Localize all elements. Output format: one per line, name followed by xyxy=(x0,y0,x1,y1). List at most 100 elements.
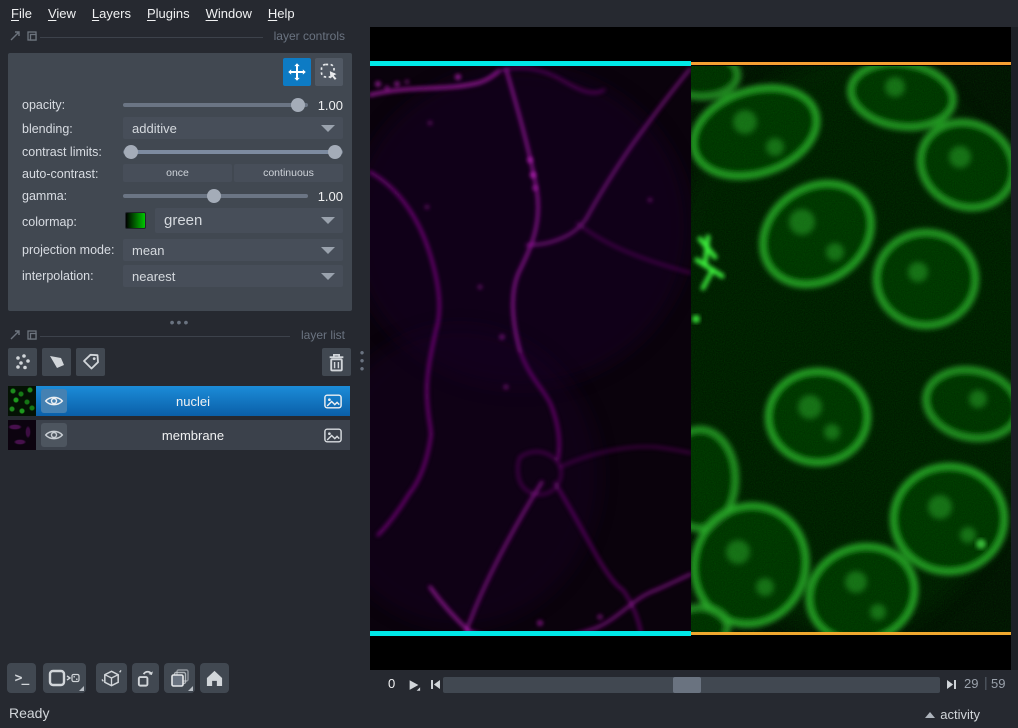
ndisplay-toggle-button[interactable] xyxy=(43,663,86,693)
opacity-value: 1.00 xyxy=(303,98,343,113)
image-layer-type-icon xyxy=(324,428,342,443)
napari-window: File View Layers Plugins Window Help lay… xyxy=(0,0,1018,728)
nuclei-layer-thumbnail xyxy=(8,386,36,416)
frame-slider-handle[interactable] xyxy=(673,677,701,693)
auto-contrast-once-button[interactable]: once xyxy=(123,164,232,182)
colormap-value: green xyxy=(164,212,202,229)
transform-icon xyxy=(319,62,339,82)
skip-to-end-button[interactable] xyxy=(943,676,960,693)
auto-contrast-continuous-button[interactable]: continuous xyxy=(234,164,343,182)
menu-view[interactable]: View xyxy=(48,6,76,21)
menu-help[interactable]: Help xyxy=(268,6,295,21)
blending-value: additive xyxy=(132,121,177,136)
roll-dimensions-button[interactable] xyxy=(96,663,127,693)
blending-dropdown[interactable]: additive xyxy=(123,117,343,139)
menu-file[interactable]: File xyxy=(11,6,32,21)
membrane-visibility-button[interactable] xyxy=(41,423,67,447)
transpose-dims-icon xyxy=(136,669,155,688)
interpolation-label: interpolation: xyxy=(22,269,94,283)
contrast-limits-range xyxy=(131,150,335,154)
dock-title-rule xyxy=(40,336,290,337)
status-bar: Ready activity xyxy=(0,700,1018,728)
popup-corner-mark xyxy=(79,686,84,691)
new-points-layer-button[interactable] xyxy=(8,348,37,376)
eye-icon xyxy=(44,428,64,442)
play-button[interactable] xyxy=(405,676,422,693)
continuous-button-label: continuous xyxy=(263,167,314,179)
transpose-dimensions-button[interactable] xyxy=(132,663,159,693)
gamma-label: gamma: xyxy=(22,189,67,203)
colormap-gradient-swatch[interactable] xyxy=(125,212,146,229)
gamma-slider[interactable] xyxy=(123,194,308,198)
nuclei-layer-boundary-bottom xyxy=(691,632,1011,635)
console-icon: >_ xyxy=(15,671,29,686)
blending-label: blending: xyxy=(22,122,73,136)
dock-hide-icon[interactable] xyxy=(27,330,37,340)
dock-float-icon[interactable] xyxy=(10,330,20,340)
menu-plugins[interactable]: Plugins xyxy=(147,6,190,21)
chevron-down-icon xyxy=(321,125,335,132)
new-labels-layer-button[interactable] xyxy=(76,348,105,376)
frame-slider-track[interactable] xyxy=(443,677,940,693)
layer-controls-dock-title: layer controls xyxy=(274,29,345,43)
canvas-splitter-handle[interactable]: ••• xyxy=(357,349,367,373)
new-shapes-layer-button[interactable] xyxy=(42,348,71,376)
projection-mode-value: mean xyxy=(132,243,165,258)
pan-zoom-mode-button[interactable] xyxy=(283,58,311,86)
layer-row-nuclei[interactable]: nuclei xyxy=(36,386,350,416)
membrane-layer-thumbnail xyxy=(8,420,36,450)
eye-icon xyxy=(44,394,64,408)
dock-hide-icon[interactable] xyxy=(27,31,37,41)
home-reset-view-button[interactable] xyxy=(200,663,229,693)
gamma-value: 1.00 xyxy=(303,189,343,204)
canvas-right-margin xyxy=(1011,27,1018,670)
opacity-slider[interactable] xyxy=(123,103,308,107)
play-icon xyxy=(407,678,421,692)
contrast-limits-max-handle[interactable] xyxy=(328,145,342,159)
colormap-label: colormap: xyxy=(22,215,77,229)
membrane-layer-boundary-top xyxy=(370,61,691,66)
popup-corner-mark xyxy=(188,686,193,691)
projection-mode-dropdown[interactable]: mean xyxy=(123,239,343,261)
activity-toggle[interactable]: activity xyxy=(925,707,980,722)
slider-separator: | xyxy=(984,674,988,690)
once-button-label: once xyxy=(166,167,189,179)
skip-start-icon xyxy=(429,678,442,691)
skip-to-start-button[interactable] xyxy=(427,676,444,693)
menu-window[interactable]: Window xyxy=(206,6,252,21)
layer-controls-panel: opacity: 1.00 blending: additive contras… xyxy=(8,53,352,311)
contrast-limits-slider[interactable] xyxy=(123,150,343,154)
contrast-limits-min-handle[interactable] xyxy=(124,145,138,159)
current-frame-label: 0 xyxy=(388,676,395,691)
auto-contrast-label: auto-contrast: xyxy=(22,167,98,181)
chevron-down-icon xyxy=(321,217,335,224)
transform-mode-button[interactable] xyxy=(315,58,343,86)
home-icon xyxy=(205,669,224,687)
slider-position-value: 29 xyxy=(964,676,978,691)
layer-controls-dock-titlebar: layer controls xyxy=(0,28,370,45)
pan-arrows-icon xyxy=(287,62,307,82)
grid-view-button[interactable] xyxy=(164,663,195,693)
labels-tag-icon xyxy=(82,353,100,371)
contrast-limits-label: contrast limits: xyxy=(22,145,102,159)
delete-layer-button[interactable] xyxy=(322,348,351,376)
menu-bar: File View Layers Plugins Window Help xyxy=(0,0,1018,26)
membrane-layer-boundary-bottom xyxy=(370,631,691,636)
dock-title-rule xyxy=(40,37,263,38)
viewer-canvas[interactable] xyxy=(370,27,1011,670)
roll-dims-cube-icon xyxy=(101,668,122,689)
status-text: Ready xyxy=(9,705,49,721)
gamma-slider-handle[interactable] xyxy=(207,189,221,203)
nuclei-visibility-button[interactable] xyxy=(41,389,67,413)
menu-layers[interactable]: Layers xyxy=(92,6,131,21)
chevron-down-icon xyxy=(321,247,335,254)
colormap-dropdown[interactable]: green xyxy=(155,208,343,233)
layer-name: nuclei xyxy=(36,394,350,409)
layer-row-membrane[interactable]: membrane xyxy=(36,420,350,450)
skip-end-icon xyxy=(945,678,958,691)
interpolation-value: nearest xyxy=(132,269,175,284)
chevron-down-icon xyxy=(321,273,335,280)
interpolation-dropdown[interactable]: nearest xyxy=(123,265,343,287)
dock-float-icon[interactable] xyxy=(10,31,20,41)
console-button[interactable]: >_ xyxy=(7,663,36,693)
